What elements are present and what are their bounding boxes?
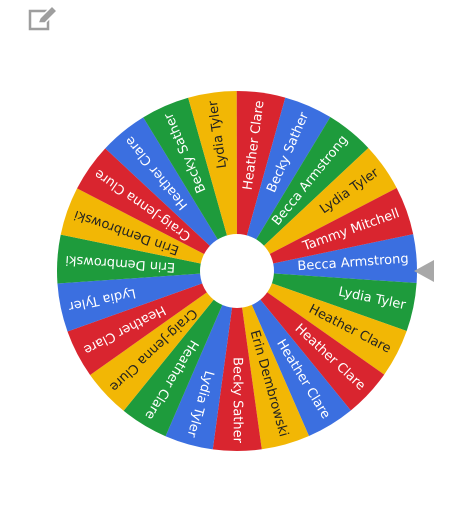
spinner-wheel[interactable]: Becca Armstrong Lydia Tyler Heather Clare H… bbox=[0, 0, 474, 505]
wheel-center-hub[interactable] bbox=[200, 234, 274, 308]
triangle-left-icon bbox=[414, 260, 434, 282]
wheel-segment-label: Becky Sather bbox=[230, 357, 245, 444]
wheel-svg[interactable]: Becca ArmstrongLydia TylerHeather ClareH… bbox=[0, 0, 474, 505]
